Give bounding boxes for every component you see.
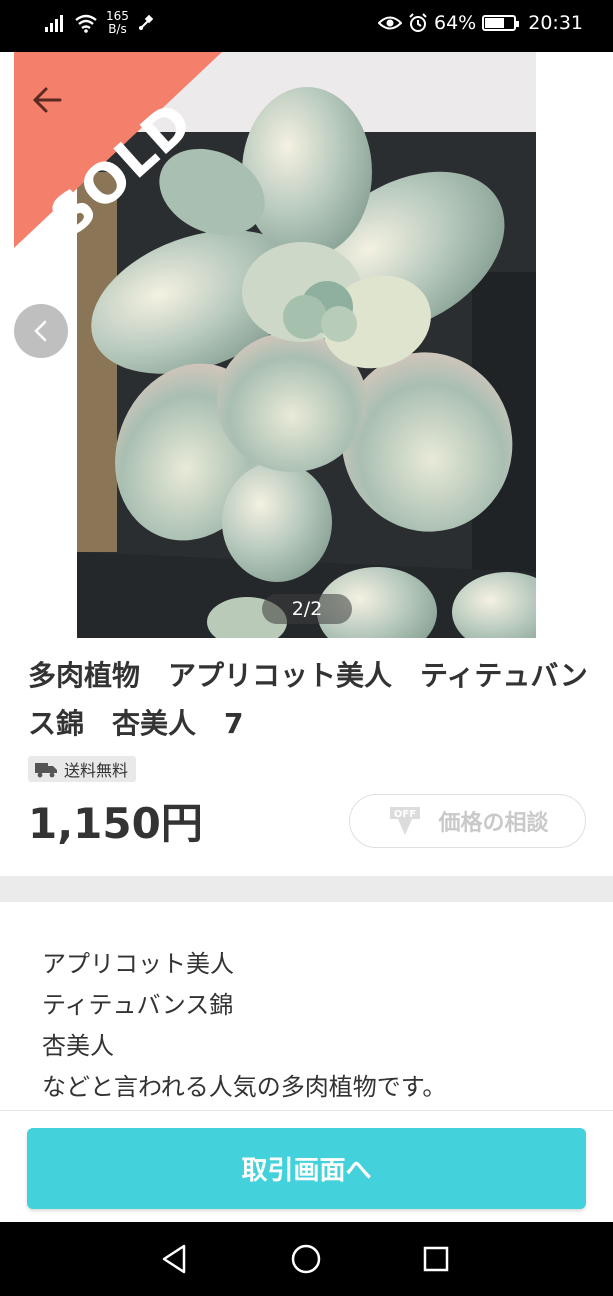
signal-icon: [45, 15, 63, 32]
shipping-badge-label: 送料無料: [64, 761, 129, 780]
offer-button-label: 価格の相談: [438, 811, 549, 836]
recents-square-icon[interactable]: [417, 1240, 455, 1278]
off-icon-text: OFF: [394, 809, 416, 820]
off-icon: OFF: [386, 805, 424, 837]
status-bar: 165 B/s 64% 20:31: [0, 0, 613, 52]
battery-icon: [482, 15, 520, 31]
product-title: 多肉植物 アプリコット美人 ティテュバンス錦 杏美人 7: [28, 659, 588, 740]
wifi-icon: [75, 14, 97, 33]
description-line: 杏美人: [42, 1032, 114, 1060]
chevron-left-icon: [34, 320, 47, 342]
product-price: 1,150円: [28, 799, 203, 848]
price-negotiation-button[interactable]: OFF 価格の相談: [349, 794, 586, 848]
usb-icon: [138, 14, 154, 30]
free-shipping-badge: 送料無料: [28, 756, 137, 782]
status-right: 64% 20:31: [378, 12, 583, 34]
back-triangle-icon[interactable]: [156, 1240, 194, 1278]
system-navigation-bar: [0, 1222, 613, 1296]
eye-icon: [378, 16, 402, 30]
truck-icon: [35, 763, 57, 778]
image-page-indicator: 2/2: [262, 594, 352, 624]
network-speed: 165 B/s: [106, 10, 129, 36]
description-line: などと言われる人気の多肉植物です。: [42, 1073, 447, 1101]
battery-fill: [485, 18, 505, 28]
product-image-carousel[interactable]: SOLD 2/2: [0, 52, 613, 640]
section-divider: [0, 876, 613, 902]
bottom-action-panel: 取引画面へ: [0, 1110, 613, 1222]
home-circle-icon[interactable]: [287, 1240, 325, 1278]
description-line: アプリコット美人: [42, 950, 234, 978]
back-arrow-icon[interactable]: [30, 82, 66, 118]
status-left: 165 B/s: [44, 10, 155, 36]
description-line: ティテュバンス錦: [42, 991, 234, 1019]
net-speed-unit: B/s: [108, 22, 127, 36]
product-description: アプリコット美人 ティテュバンス錦 杏美人 などと言われる人気の多肉植物です。: [42, 944, 446, 1108]
battery-percent: 64%: [434, 12, 477, 34]
previous-image-button[interactable]: [14, 304, 68, 358]
go-to-transaction-button[interactable]: 取引画面へ: [27, 1128, 586, 1209]
alarm-icon: [409, 13, 427, 32]
clock: 20:31: [528, 12, 583, 34]
